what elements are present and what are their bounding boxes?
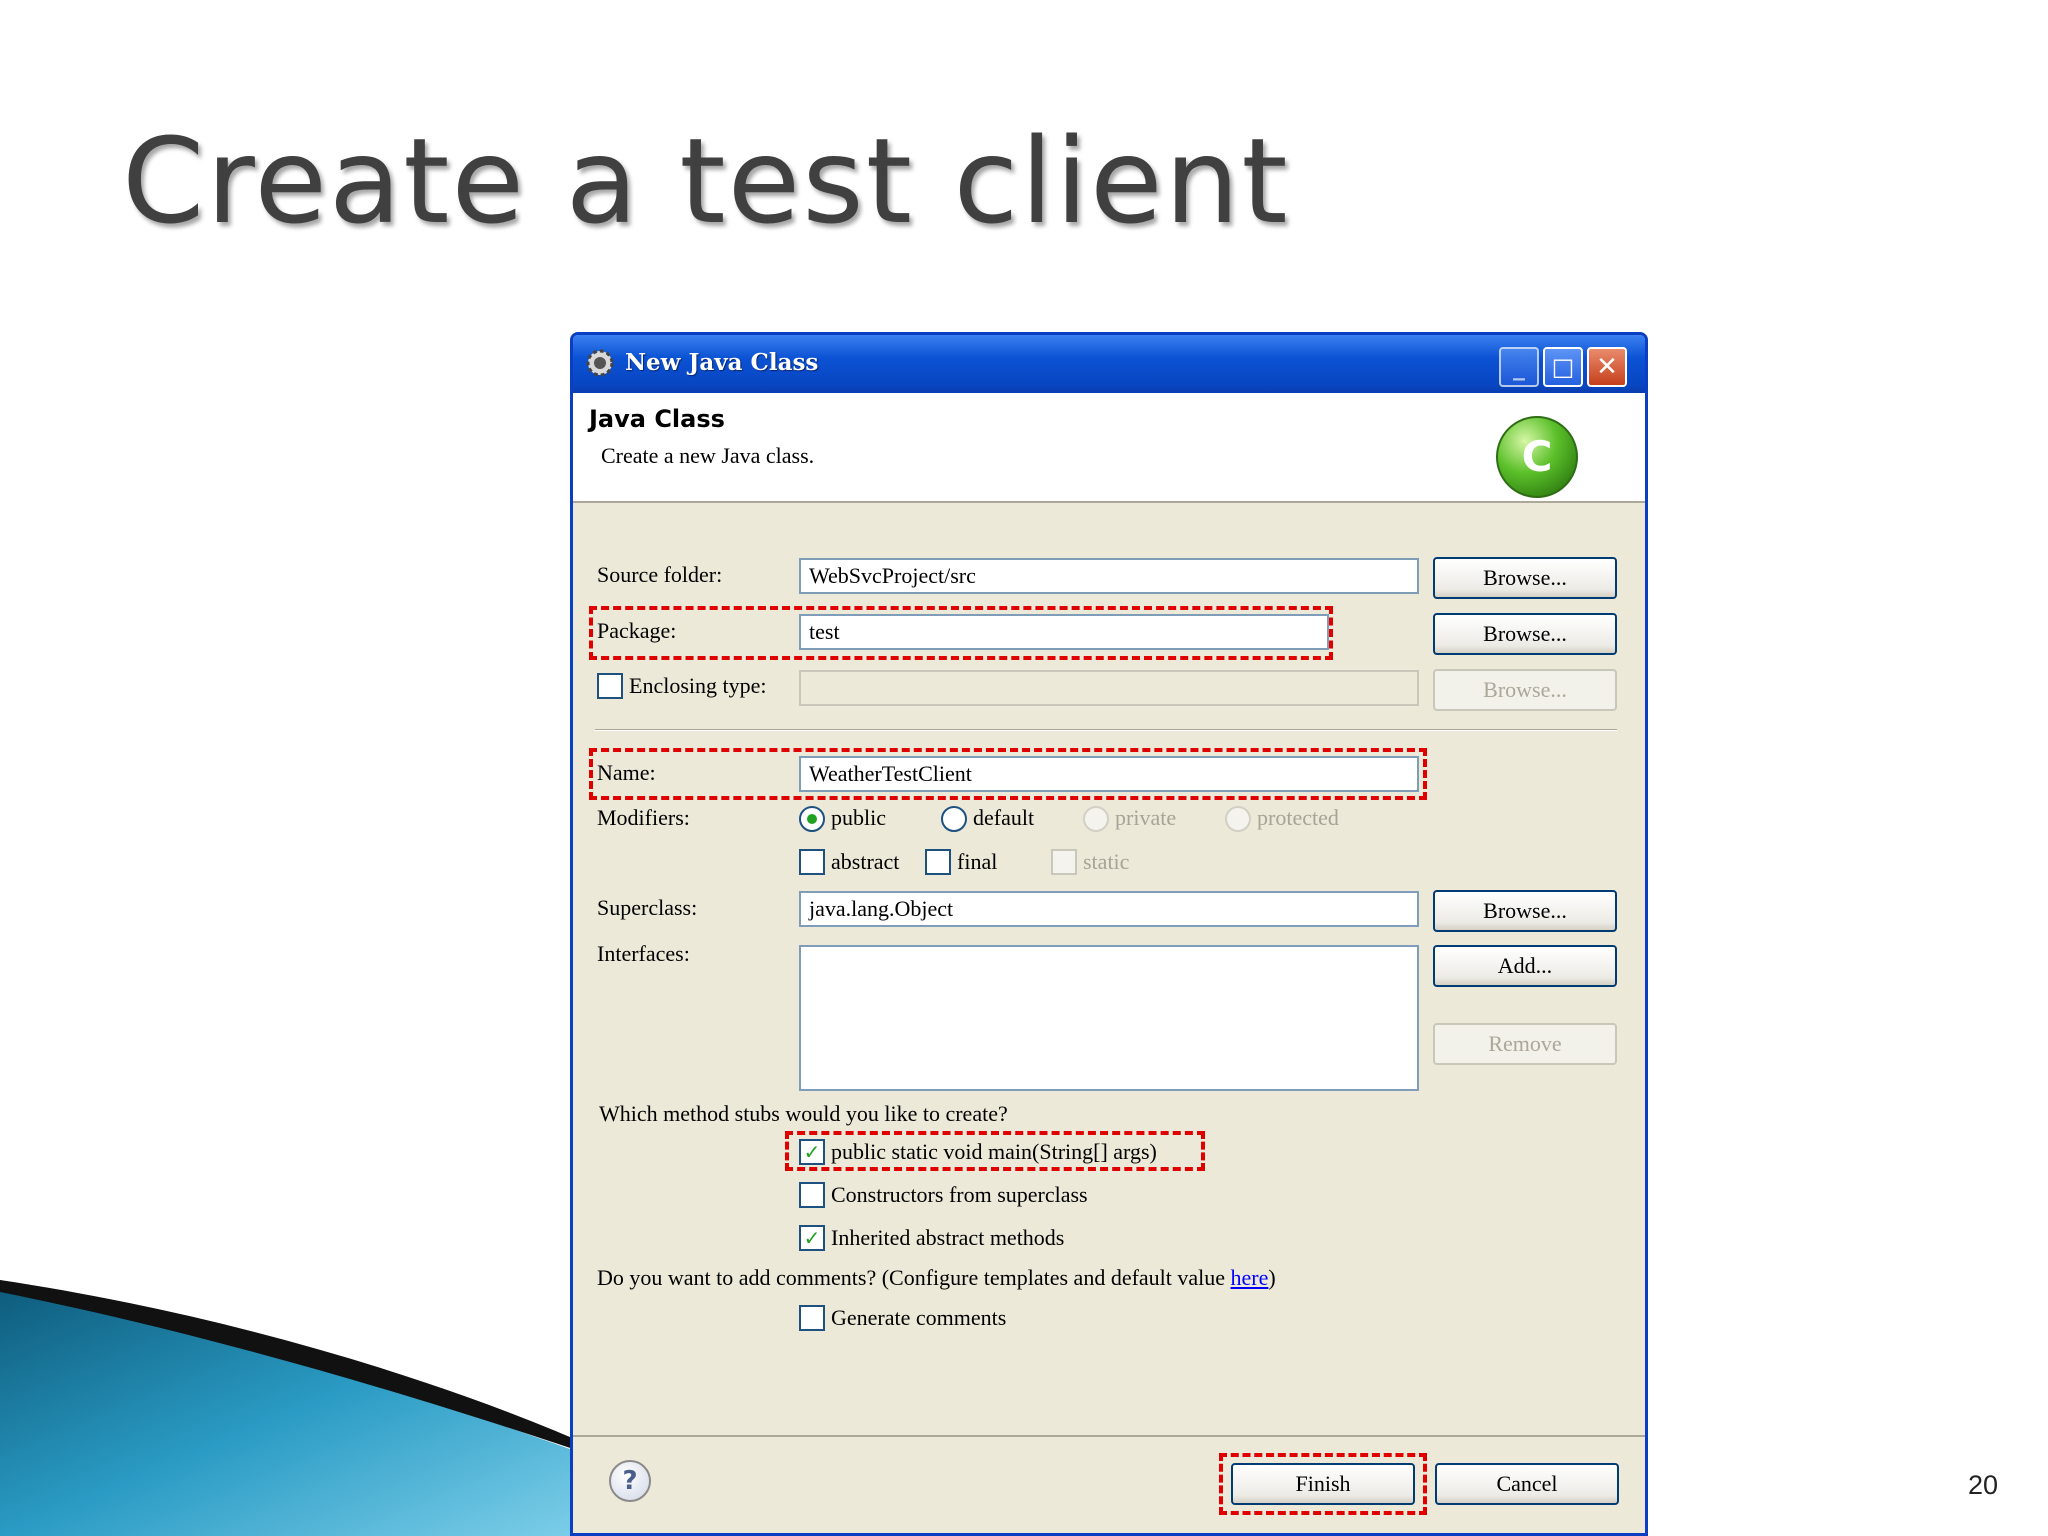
generate-comments-checkbox[interactable] xyxy=(799,1305,825,1331)
static-checkbox[interactable] xyxy=(1051,849,1077,875)
constructors-label: Constructors from superclass xyxy=(831,1182,1088,1207)
footer-separator xyxy=(573,1435,1645,1437)
source-folder-label: Source folder: xyxy=(597,562,723,587)
comments-question-end: ) xyxy=(1268,1265,1276,1290)
final-checkbox[interactable] xyxy=(925,849,951,875)
inherited-methods-label: Inherited abstract methods xyxy=(831,1225,1065,1250)
separator xyxy=(595,729,1617,731)
configure-templates-link[interactable]: here xyxy=(1231,1265,1269,1290)
cancel-button[interactable]: Cancel xyxy=(1435,1463,1619,1505)
default-radio[interactable] xyxy=(941,806,967,832)
modifiers-label: Modifiers: xyxy=(597,805,690,830)
dialog-titlebar: New Java Class _ □ ✕ xyxy=(573,335,1645,393)
protected-label: protected xyxy=(1257,805,1339,830)
banner-title: Java Class xyxy=(589,405,725,433)
final-label: final xyxy=(957,849,998,874)
public-radio[interactable] xyxy=(799,806,825,832)
inherited-methods-checkbox[interactable]: ✓ xyxy=(799,1225,825,1251)
comments-question-text: Do you want to add comments? (Configure … xyxy=(597,1265,1231,1290)
dialog-title: New Java Class xyxy=(625,349,819,376)
source-folder-field[interactable]: WebSvcProject/src xyxy=(799,558,1419,594)
enclosing-type-field[interactable] xyxy=(799,670,1419,706)
help-icon[interactable]: ? xyxy=(609,1460,651,1502)
main-method-highlight xyxy=(785,1131,1205,1171)
slide-title: Create a test client xyxy=(122,112,1290,250)
package-highlight xyxy=(589,606,1333,660)
comments-question: Do you want to add comments? (Configure … xyxy=(597,1265,1276,1291)
package-browse-button[interactable]: Browse... xyxy=(1433,613,1617,655)
banner-subtitle: Create a new Java class. xyxy=(601,443,815,468)
minimize-button[interactable]: _ xyxy=(1499,347,1539,387)
public-label: public xyxy=(831,805,886,830)
enclosing-type-checkbox[interactable] xyxy=(597,673,623,699)
close-button[interactable]: ✕ xyxy=(1587,347,1627,387)
protected-radio[interactable] xyxy=(1225,806,1251,832)
private-radio[interactable] xyxy=(1083,806,1109,832)
generate-comments-label: Generate comments xyxy=(831,1305,1007,1330)
superclass-label: Superclass: xyxy=(597,895,698,920)
enclosing-type-label: Enclosing type: xyxy=(629,673,767,698)
superclass-field[interactable]: java.lang.Object xyxy=(799,891,1419,927)
interfaces-remove-button[interactable]: Remove xyxy=(1433,1023,1617,1065)
abstract-checkbox[interactable] xyxy=(799,849,825,875)
dialog-banner: Java Class Create a new Java class. C xyxy=(573,393,1645,503)
decorative-swoosh xyxy=(0,1280,600,1536)
superclass-browse-button[interactable]: Browse... xyxy=(1433,890,1617,932)
java-class-icon-letter: C xyxy=(1522,432,1553,481)
abstract-label: abstract xyxy=(831,849,900,874)
interfaces-list[interactable] xyxy=(799,945,1419,1091)
page-number: 20 xyxy=(1967,1470,1998,1500)
finish-highlight xyxy=(1219,1453,1427,1515)
maximize-button[interactable]: □ xyxy=(1543,347,1583,387)
enclosing-type-browse-button[interactable]: Browse... xyxy=(1433,669,1617,711)
source-folder-browse-button[interactable]: Browse... xyxy=(1433,557,1617,599)
eclipse-gear-icon xyxy=(586,349,614,377)
interfaces-label: Interfaces: xyxy=(597,941,690,966)
private-label: private xyxy=(1115,805,1177,830)
constructors-checkbox[interactable] xyxy=(799,1182,825,1208)
interfaces-add-button[interactable]: Add... xyxy=(1433,945,1617,987)
name-highlight xyxy=(589,748,1427,800)
new-java-class-dialog: New Java Class _ □ ✕ Java Class Create a… xyxy=(570,332,1648,1536)
static-label: static xyxy=(1083,849,1130,874)
default-label: default xyxy=(973,805,1035,830)
java-class-icon: C xyxy=(1496,416,1578,498)
method-stubs-question: Which method stubs would you like to cre… xyxy=(599,1101,1008,1126)
